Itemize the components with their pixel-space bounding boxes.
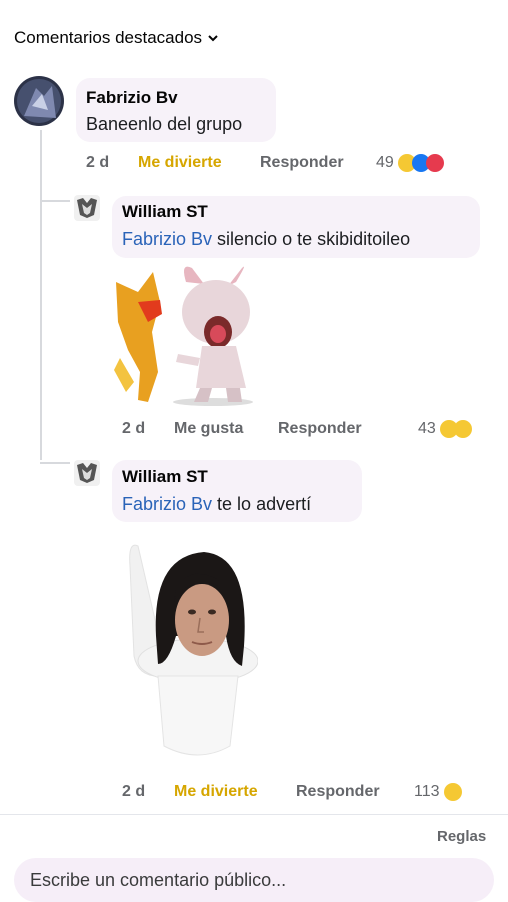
comments-sort-dropdown[interactable]: Comentarios destacados xyxy=(14,28,218,48)
comments-sort-label: Comentarios destacados xyxy=(14,28,203,47)
comment-time[interactable]: 2 d xyxy=(86,154,138,172)
comment-body: te lo advertí xyxy=(217,494,312,514)
reaction-count[interactable]: 113 xyxy=(414,783,440,801)
comment-text: Baneenlo del grupo xyxy=(86,114,243,134)
toilet-head-sticker-icon xyxy=(129,544,259,756)
comment-text: Fabrizio Bv silencio o te skibiditoileo xyxy=(122,229,410,250)
wow-emoji-icon xyxy=(453,420,472,438)
reaction-button[interactable]: Me divierte xyxy=(138,154,260,172)
reaction-count[interactable]: 43 xyxy=(418,420,436,438)
reply-button[interactable]: Responder xyxy=(260,154,376,172)
avatar[interactable] xyxy=(74,460,100,486)
reply-button[interactable]: Responder xyxy=(296,783,414,801)
comment-time[interactable]: 2 d xyxy=(122,420,174,438)
laugh-emoji-icon xyxy=(443,783,462,801)
love-emoji-icon xyxy=(425,154,444,172)
rules-link[interactable]: Reglas xyxy=(437,828,486,845)
mention-link[interactable]: Fabrizio Bv xyxy=(122,494,212,514)
avatar-image xyxy=(14,76,64,126)
reaction-button[interactable]: Me gusta xyxy=(174,420,278,438)
comment-author[interactable]: Fabrizio Bv xyxy=(86,88,178,108)
avatar-image xyxy=(77,198,97,218)
thread-line xyxy=(40,130,42,460)
dog-fox-sticker-icon xyxy=(114,266,253,406)
comment-input-container xyxy=(14,858,494,902)
thread-connector xyxy=(40,200,70,202)
comment-actions: 2 d Me gusta Responder 43 xyxy=(122,420,482,438)
thread-connector xyxy=(40,462,70,464)
comment-author[interactable]: William ST xyxy=(122,202,208,222)
comment-input[interactable] xyxy=(14,868,494,892)
mention-link[interactable]: Fabrizio Bv xyxy=(122,229,212,249)
avatar[interactable] xyxy=(74,195,100,221)
chevron-down-icon xyxy=(208,35,218,42)
avatar-image xyxy=(77,463,97,483)
divider xyxy=(0,814,508,815)
sticker-image[interactable] xyxy=(108,262,258,410)
comment-body: silencio o te skibiditoileo xyxy=(217,229,411,249)
comment-time[interactable]: 2 d xyxy=(122,783,174,801)
avatar[interactable] xyxy=(14,76,64,126)
comment-text: Fabrizio Bv te lo advertí xyxy=(122,494,311,515)
reaction-count[interactable]: 49 xyxy=(376,154,394,172)
sticker-image[interactable] xyxy=(118,536,259,764)
comment-actions: 2 d Me divierte Responder 113 xyxy=(122,783,482,801)
reaction-button[interactable]: Me divierte xyxy=(174,783,296,801)
comment-actions: 2 d Me divierte Responder 49 xyxy=(86,154,466,172)
reply-button[interactable]: Responder xyxy=(278,420,418,438)
comment-author[interactable]: William ST xyxy=(122,467,208,487)
